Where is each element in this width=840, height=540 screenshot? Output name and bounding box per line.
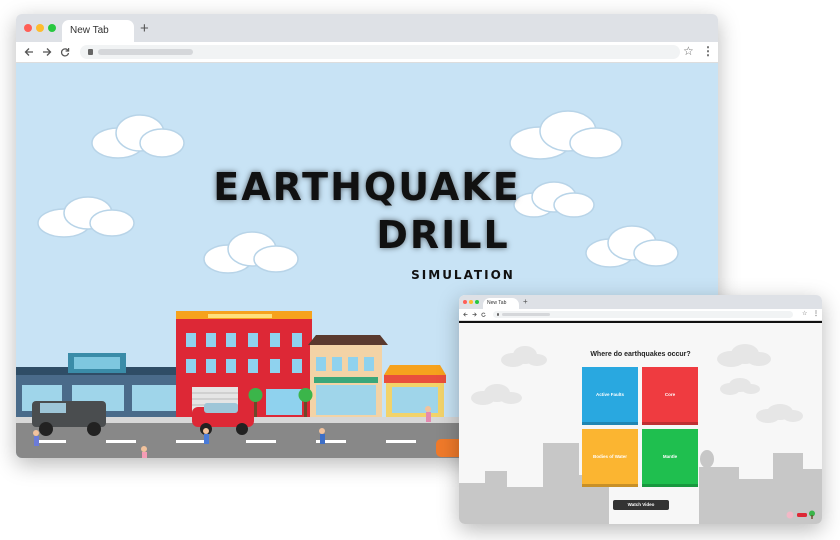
reload-icon[interactable] xyxy=(60,47,70,57)
bookmark-star-icon[interactable]: ☆ xyxy=(802,310,807,317)
cloud xyxy=(509,110,623,160)
new-tab-button[interactable]: + xyxy=(140,20,149,37)
cloud xyxy=(756,404,803,423)
character-icon xyxy=(786,511,794,519)
lock-icon xyxy=(88,49,93,55)
browser-toolbar: ☆ ⋮ xyxy=(16,42,718,63)
menu-kebab-icon[interactable]: ⋮ xyxy=(702,44,714,58)
url-placeholder xyxy=(98,49,193,55)
close-window-button[interactable] xyxy=(463,300,467,304)
minimize-window-button[interactable] xyxy=(469,300,473,304)
close-window-button[interactable] xyxy=(24,24,32,32)
tree-icon xyxy=(809,510,815,519)
quiz-question: Where do earthquakes occur? xyxy=(590,351,691,358)
answer-label: Mantle xyxy=(662,454,678,459)
simulation-title-line2: DRILL xyxy=(376,213,510,257)
quiz-browser-window: New Tab + ☆ ⋮ Where do earthquakes occur… xyxy=(459,295,822,524)
browser-toolbar: ☆ ⋮ xyxy=(459,309,822,321)
maximize-window-button[interactable] xyxy=(48,24,56,32)
forward-arrow-icon[interactable] xyxy=(42,47,52,57)
lock-icon xyxy=(497,313,499,316)
tab-title: New Tab xyxy=(487,300,507,306)
url-placeholder xyxy=(502,313,550,316)
menu-kebab-icon[interactable]: ⋮ xyxy=(813,310,819,317)
maximize-window-button[interactable] xyxy=(475,300,479,304)
answer-label: Core xyxy=(664,392,676,397)
quiz-viewport: Where do earthquakes occur? Active Fault… xyxy=(459,321,822,524)
answer-label: Bodies of Water xyxy=(592,454,628,459)
answer-button-bodies-of-water[interactable]: Bodies of Water xyxy=(582,429,638,487)
bookmark-star-icon[interactable]: ☆ xyxy=(683,44,694,58)
minimize-window-button[interactable] xyxy=(36,24,44,32)
city-skyline-illustration xyxy=(459,443,822,524)
cloud xyxy=(720,378,760,395)
forward-arrow-icon[interactable] xyxy=(472,312,477,317)
back-arrow-icon[interactable] xyxy=(24,47,34,57)
simulation-title-line1: EARTHQUAKE xyxy=(213,165,521,209)
address-bar[interactable] xyxy=(80,45,680,59)
new-tab-button[interactable]: + xyxy=(523,297,528,306)
reload-icon[interactable] xyxy=(481,312,486,317)
tab-new-tab[interactable]: New Tab xyxy=(62,20,134,42)
top-divider xyxy=(459,321,822,323)
back-arrow-icon[interactable] xyxy=(463,312,468,317)
watch-video-button[interactable]: Watch Video xyxy=(613,500,669,510)
answer-button-mantle[interactable]: Mantle xyxy=(642,429,698,487)
answer-button-active-faults[interactable]: Active Faults xyxy=(582,367,638,425)
simulation-subtitle: SIMULATION xyxy=(411,268,515,282)
tab-new-tab[interactable]: New Tab xyxy=(483,298,519,309)
car-icon xyxy=(797,513,807,517)
cloud xyxy=(91,114,185,159)
tab-title: New Tab xyxy=(70,25,109,36)
answer-label: Active Faults xyxy=(595,392,624,397)
tab-strip: New Tab + xyxy=(459,295,822,309)
answer-button-core[interactable]: Core xyxy=(642,367,698,425)
address-bar[interactable] xyxy=(493,311,793,318)
cloud xyxy=(471,384,522,405)
tab-strip: New Tab + xyxy=(16,14,718,42)
